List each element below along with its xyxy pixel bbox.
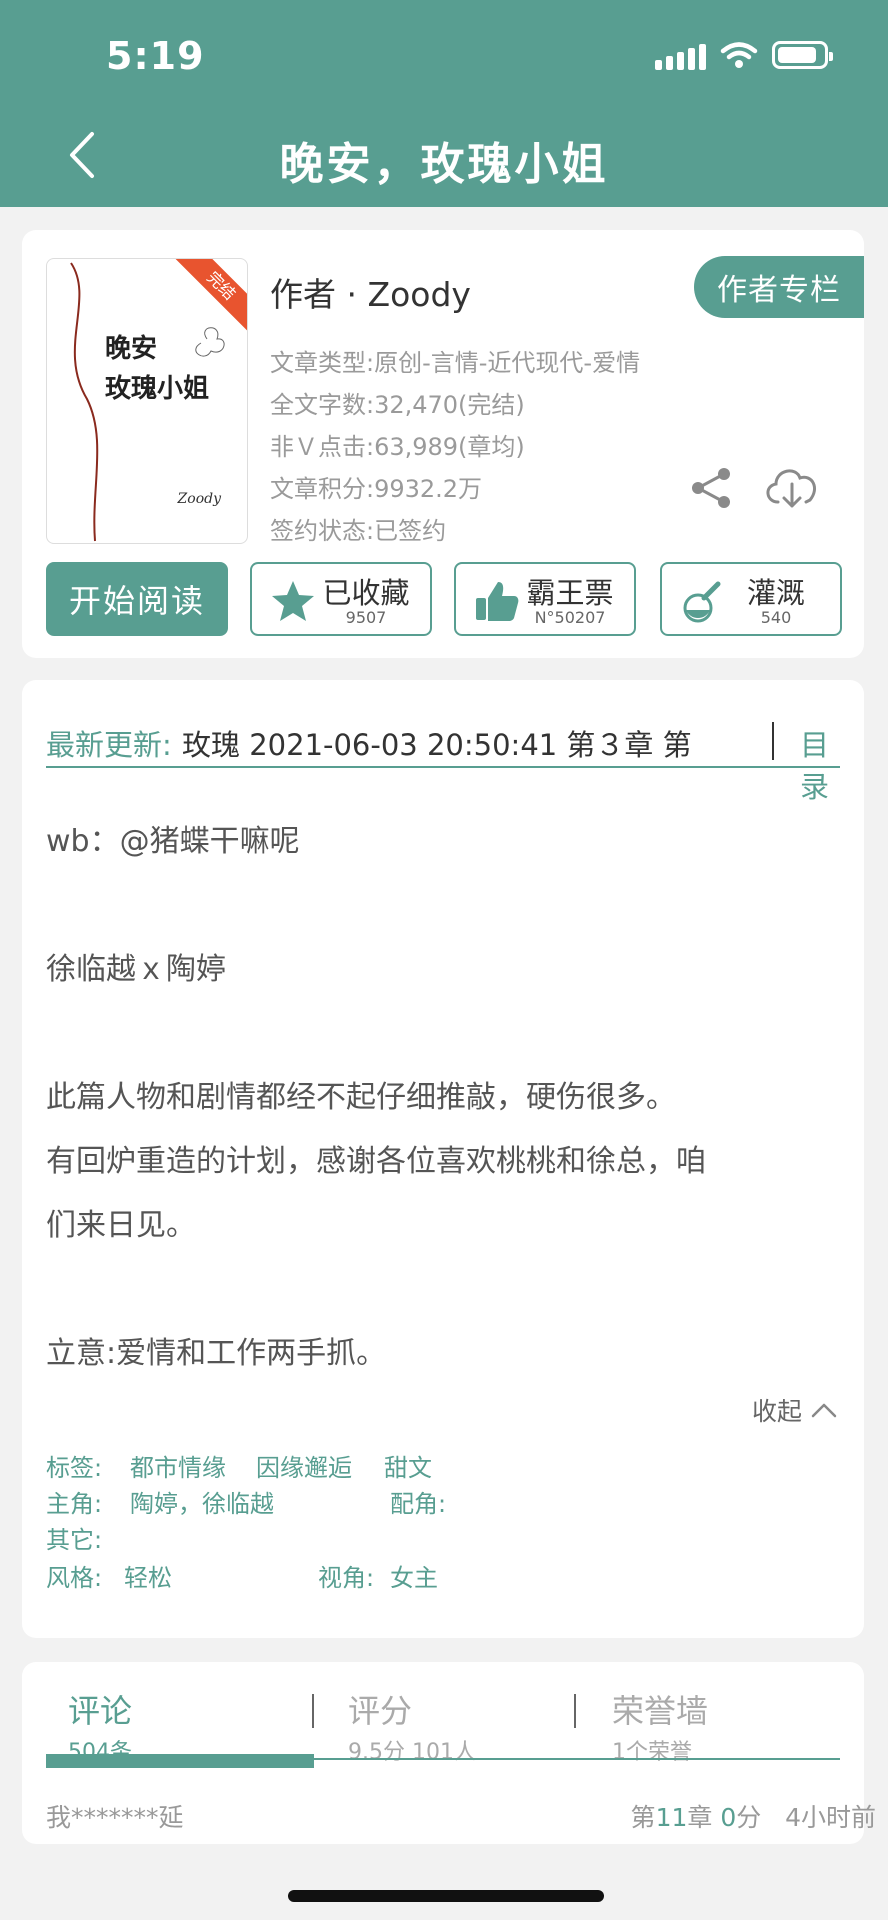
intro-line: 立意:爱情和工作两手抓。 bbox=[46, 1336, 387, 1371]
view-label: 视角: bbox=[318, 1564, 375, 1592]
top-bar: 5:19 晚安，玫瑰小姐 bbox=[0, 0, 888, 207]
support-label: 配角: bbox=[390, 1490, 447, 1518]
tab-active-indicator bbox=[46, 1754, 314, 1768]
tab-title: 评论 bbox=[68, 1692, 133, 1730]
vote-button[interactable]: 霸王票 N°50207 bbox=[454, 562, 636, 636]
collapse-button[interactable]: 收起 bbox=[752, 1392, 838, 1428]
latest-update-row[interactable]: 最新更新: 玫瑰 2021-06-03 20:50:41 第３章 第 目录 bbox=[46, 702, 840, 804]
intro-line bbox=[46, 874, 840, 938]
chapter-prefix: 第 bbox=[630, 1803, 656, 1832]
cover-title: 晚安 玫瑰小姐 bbox=[105, 334, 210, 404]
tag-item[interactable]: 都市情缘 bbox=[130, 1450, 226, 1486]
tags-label: 标签: bbox=[46, 1454, 103, 1482]
chapter-number: 11 bbox=[655, 1803, 688, 1832]
score-suffix: 分 bbox=[736, 1803, 762, 1832]
latest-update-text: 玫瑰 2021-06-03 20:50:41 第３章 第 bbox=[182, 728, 692, 762]
tag-item[interactable]: 因缘邂逅 bbox=[256, 1450, 352, 1486]
intro-line: 徐临越ｘ陶婷 bbox=[46, 952, 226, 987]
comment-time: 4小时前 bbox=[785, 1803, 876, 1832]
favorite-button[interactable]: 已收藏 9507 bbox=[250, 562, 432, 636]
intro-line bbox=[46, 1258, 840, 1322]
page-title: 晚安，玫瑰小姐 bbox=[279, 139, 609, 190]
meta-type: 文章类型:原创-言情-近代现代-爱情 bbox=[270, 349, 641, 377]
book-tags: 标签: 都市情缘 因缘邂逅 甜文 主角: 陶婷，徐临越 配角: 其它: 风格: … bbox=[46, 1450, 840, 1596]
start-reading-button[interactable]: 开始阅读 bbox=[46, 562, 228, 636]
battery-icon bbox=[772, 41, 833, 69]
wifi-icon bbox=[720, 42, 758, 68]
latest-update-label: 最新更新: bbox=[46, 728, 172, 762]
update-divider bbox=[772, 722, 774, 760]
tab-rating[interactable]: 评分 9.5分 101人 bbox=[348, 1686, 476, 1766]
intro-line: 有回炉重造的计划，感谢各位喜欢桃桃和徐总，咱 bbox=[46, 1144, 706, 1179]
tab-subtitle: 9.5分 101人 bbox=[348, 1740, 476, 1765]
lead-label: 主角: bbox=[46, 1490, 103, 1518]
tab-subtitle: 1个荣誉 bbox=[612, 1740, 692, 1765]
intro-line bbox=[46, 1002, 840, 1066]
author-column-button[interactable]: 作者专栏 bbox=[694, 256, 864, 318]
style-value: 轻松 bbox=[124, 1564, 172, 1592]
meta-score: 文章积分:9932.2万 bbox=[270, 475, 483, 503]
chevron-up-icon bbox=[811, 1403, 837, 1418]
catalog-button[interactable]: 目录 bbox=[800, 722, 840, 806]
meta-clicks: 非Ｖ点击:63,989(章均) bbox=[270, 433, 525, 461]
book-cover[interactable]: 晚安 玫瑰小姐 Zoody 完结 bbox=[46, 258, 248, 544]
style-label: 风格: bbox=[46, 1564, 103, 1592]
book-intro: wb：@猪蝶干嘛呢 徐临越ｘ陶婷 此篇人物和剧情都经不起仔细推敲，硬伤很多。 有… bbox=[46, 810, 840, 1386]
cloud-download-icon[interactable] bbox=[762, 462, 822, 512]
view-value: 女主 bbox=[390, 1564, 438, 1592]
tab-divider bbox=[312, 1694, 314, 1728]
author-name[interactable]: 作者 · Zoody bbox=[270, 268, 471, 316]
comment-meta: 第11章 0分 4小时前 bbox=[631, 1798, 876, 1834]
cover-author: Zoody bbox=[177, 491, 221, 507]
favorite-label: 已收藏 bbox=[322, 576, 410, 610]
tab-title: 荣誉墙 bbox=[612, 1692, 709, 1730]
score-number: 0 bbox=[720, 1803, 737, 1832]
status-time: 5:19 bbox=[106, 34, 205, 78]
intro-card: 最新更新: 玫瑰 2021-06-03 20:50:41 第３章 第 目录 wb… bbox=[22, 680, 864, 1638]
tag-item[interactable]: 甜文 bbox=[384, 1450, 432, 1486]
status-icons bbox=[655, 40, 833, 70]
review-tabs-card: 评论 504条 评分 9.5分 101人 荣誉墙 1个荣誉 我*******延 … bbox=[22, 1662, 876, 1844]
lead-value: 陶婷，徐临越 bbox=[130, 1490, 274, 1518]
collapse-label: 收起 bbox=[752, 1397, 803, 1426]
tab-title: 评分 bbox=[348, 1692, 413, 1730]
water-button[interactable]: 灌溉 540 bbox=[660, 562, 842, 636]
tab-honor-wall[interactable]: 荣誉墙 1个荣誉 bbox=[612, 1686, 708, 1766]
book-meta: 文章类型:原创-言情-近代现代-爱情 全文字数:32,470(完结) 非Ｖ点击:… bbox=[270, 342, 640, 552]
meta-word-count: 全文字数:32,470(完结) bbox=[270, 391, 525, 419]
other-label: 其它: bbox=[46, 1526, 103, 1554]
vote-count: N°50207 bbox=[534, 608, 606, 627]
intro-line: wb：@猪蝶干嘛呢 bbox=[46, 824, 300, 859]
favorite-count: 9507 bbox=[345, 608, 387, 627]
share-icon[interactable] bbox=[690, 466, 734, 510]
chapter-suffix: 章 bbox=[687, 1803, 721, 1832]
home-indicator[interactable] bbox=[288, 1890, 604, 1902]
tab-divider bbox=[574, 1694, 576, 1728]
update-underline bbox=[46, 766, 840, 768]
intro-line: 们来日见。 bbox=[46, 1208, 196, 1243]
signal-icon bbox=[655, 40, 706, 70]
meta-sign-status: 签约状态:已签约 bbox=[270, 517, 447, 545]
vote-label: 霸王票 bbox=[526, 576, 614, 610]
water-count: 540 bbox=[760, 608, 792, 627]
book-info-card: 晚安 玫瑰小姐 Zoody 完结 作者 · Zoody 作者专栏 文章类型:原创… bbox=[22, 230, 864, 658]
comment-username[interactable]: 我*******延 bbox=[46, 1798, 184, 1834]
water-label: 灌溉 bbox=[746, 576, 805, 610]
intro-line: 此篇人物和剧情都经不起仔细推敲，硬伤很多。 bbox=[46, 1080, 676, 1115]
